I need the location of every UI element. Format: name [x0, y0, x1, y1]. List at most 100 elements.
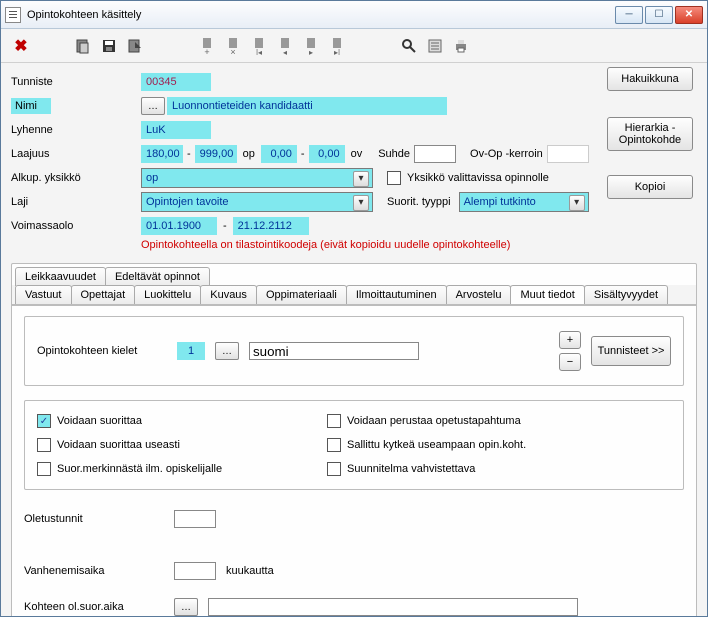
tab-sis-ltyvyydet[interactable]: Sisältyvyydet — [584, 285, 668, 304]
voidaan-useasti-checkbox[interactable] — [37, 438, 51, 452]
tunnisteet-button[interactable]: Tunnisteet >> — [591, 336, 671, 366]
remove-button[interactable]: − — [559, 353, 581, 371]
svg-text:◂: ◂ — [283, 48, 287, 55]
checkbox-group: ✓ Voidaan suorittaa Voidaan suorittaa us… — [24, 400, 684, 490]
nav-icon-1[interactable]: + — [197, 36, 217, 56]
kohteen-label: Kohteen ol.suor.aika — [24, 601, 174, 613]
save-icon[interactable] — [99, 36, 119, 56]
nav-prev-icon[interactable]: ◂ — [275, 36, 295, 56]
nav-last-icon[interactable]: ▸| — [327, 36, 347, 56]
voimassa-from-field[interactable]: 01.01.1900 — [141, 217, 217, 235]
close-button[interactable]: ✕ — [675, 6, 703, 24]
kopioi-button[interactable]: Kopioi — [607, 175, 693, 199]
tab-leikkaavuudet[interactable]: Leikkaavuudet — [15, 267, 106, 286]
laajuus-sep: - — [183, 148, 195, 160]
tab-opettajat[interactable]: Opettajat — [71, 285, 136, 304]
tab-ilmoittautuminen[interactable]: Ilmoittautuminen — [346, 285, 447, 304]
sallittu-kytkea-checkbox[interactable] — [327, 438, 341, 452]
voidaan-suorittaa-checkbox[interactable]: ✓ — [37, 414, 51, 428]
kohteen-field[interactable] — [208, 598, 578, 616]
kielet-num-field[interactable]: 1 — [177, 342, 205, 360]
add-button[interactable]: + — [559, 331, 581, 349]
voimassa-label: Voimassaolo — [11, 220, 141, 232]
suunnitelma-label: Suunnitelma vahvistettava — [347, 463, 475, 475]
vanhen-field[interactable] — [174, 562, 216, 580]
kielet-browse-button[interactable]: … — [215, 342, 239, 360]
kerroin-label: Ov-Op -kerroin — [470, 148, 543, 160]
tool-icon-1[interactable] — [73, 36, 93, 56]
laajuus-min-field[interactable]: 180,00 — [141, 145, 183, 163]
app-icon — [5, 7, 21, 23]
tab-oppimateriaali[interactable]: Oppimateriaali — [256, 285, 347, 304]
ov-max-field[interactable]: 0,00 — [309, 145, 345, 163]
suor-merk-checkbox[interactable] — [37, 462, 51, 476]
warning-text: Opintokohteella on tilastointikoodeja (e… — [141, 239, 697, 251]
ov-min-field[interactable]: 0,00 — [261, 145, 297, 163]
kielet-label: Opintokohteen kielet — [37, 345, 167, 357]
hakuikkuna-button[interactable]: Hakuikkuna — [607, 67, 693, 91]
tab-panel-muut-tiedot: Opintokohteen kielet 1 … + − Tunnisteet … — [12, 305, 696, 616]
search-icon[interactable] — [399, 36, 419, 56]
laji-label: Laji — [11, 196, 141, 208]
yksikko-checkbox[interactable] — [387, 171, 401, 185]
nimi-label: Nimi — [11, 98, 51, 114]
tunniste-field[interactable]: 00345 — [141, 73, 211, 91]
lyhenne-label: Lyhenne — [11, 124, 141, 136]
oletus-field[interactable] — [174, 510, 216, 528]
vanhen-unit: kuukautta — [226, 565, 274, 577]
suhde-label: Suhde — [378, 148, 410, 160]
tabrow-1: LeikkaavuudetEdeltävät opinnot — [12, 264, 696, 286]
tab-vastuut[interactable]: Vastuut — [15, 285, 72, 304]
suorit-label: Suorit. tyyppi — [387, 196, 451, 208]
oletus-label: Oletustunnit — [24, 513, 174, 525]
window-title: Opintokohteen käsittely — [27, 9, 615, 21]
lower-fields: Oletustunnit Vanhenemisaika kuukautta Ko… — [24, 508, 684, 616]
nav-first-icon[interactable]: |◂ — [249, 36, 269, 56]
ov-sep: - — [297, 148, 309, 160]
suunnitelma-checkbox[interactable] — [327, 462, 341, 476]
tool-icon-list[interactable] — [425, 36, 445, 56]
alkup-label: Alkup. yksikkö — [11, 172, 141, 184]
tab-muut-tiedot[interactable]: Muut tiedot — [510, 285, 584, 304]
minimize-button[interactable]: ─ — [615, 6, 643, 24]
tabrow-2: VastuutOpettajatLuokitteluKuvausOppimate… — [12, 285, 696, 305]
nimi-field[interactable]: Luonnontieteiden kandidaatti — [167, 97, 447, 115]
app-window: Opintokohteen käsittely ─ ☐ ✕ ✖ + × |◂ ◂… — [0, 0, 708, 617]
hierarkia-button[interactable]: Hierarkia - Opintokohde — [607, 117, 693, 151]
tab-edelt-v-t-opinnot[interactable]: Edeltävät opinnot — [105, 267, 210, 286]
suhde-field[interactable] — [414, 145, 456, 163]
nav-icon-2[interactable]: × — [223, 36, 243, 56]
svg-text:|◂: |◂ — [256, 48, 262, 55]
tunniste-label: Tunniste — [11, 76, 141, 88]
cancel-icon[interactable]: ✖ — [11, 36, 31, 56]
laajuus-unit: op — [237, 148, 261, 160]
lyhenne-field[interactable]: LuK — [141, 121, 211, 139]
tab-kuvaus[interactable]: Kuvaus — [200, 285, 257, 304]
kohteen-browse-button[interactable]: … — [174, 598, 198, 616]
titlebar: Opintokohteen käsittely ─ ☐ ✕ — [1, 1, 707, 29]
suorit-select[interactable]: Alempi tutkinto — [459, 192, 589, 212]
kerroin-field[interactable] — [547, 145, 589, 163]
yksikko-chk-label: Yksikkö valittavissa opinnolle — [407, 172, 549, 184]
voidaan-suorittaa-label: Voidaan suorittaa — [57, 415, 142, 427]
voimassa-to-field[interactable]: 21.12.2112 — [233, 217, 309, 235]
ov-unit: ov — [345, 148, 369, 160]
nav-next-icon[interactable]: ▸ — [301, 36, 321, 56]
tool-icon-3[interactable] — [125, 36, 145, 56]
laajuus-max-field[interactable]: 999,00 — [195, 145, 237, 163]
tabs-container: LeikkaavuudetEdeltävät opinnot VastuutOp… — [11, 263, 697, 616]
kielet-value-field[interactable] — [249, 342, 419, 360]
print-icon[interactable] — [451, 36, 471, 56]
tab-arvostelu[interactable]: Arvostelu — [446, 285, 512, 304]
sallittu-kytkea-label: Sallittu kytkeä useampaan opin.koht. — [347, 439, 526, 451]
content-area: Hakuikkuna Hierarkia - Opintokohde Kopio… — [1, 63, 707, 616]
nimi-browse-button[interactable]: … — [141, 97, 165, 115]
alkup-select[interactable]: op — [141, 168, 373, 188]
vanhen-label: Vanhenemisaika — [24, 565, 174, 577]
voidaan-perustaa-checkbox[interactable] — [327, 414, 341, 428]
toolbar: ✖ + × |◂ ◂ ▸ ▸| — [1, 29, 707, 63]
laajuus-label: Laajuus — [11, 148, 141, 160]
laji-select[interactable]: Opintojen tavoite — [141, 192, 373, 212]
maximize-button[interactable]: ☐ — [645, 6, 673, 24]
tab-luokittelu[interactable]: Luokittelu — [134, 285, 201, 304]
